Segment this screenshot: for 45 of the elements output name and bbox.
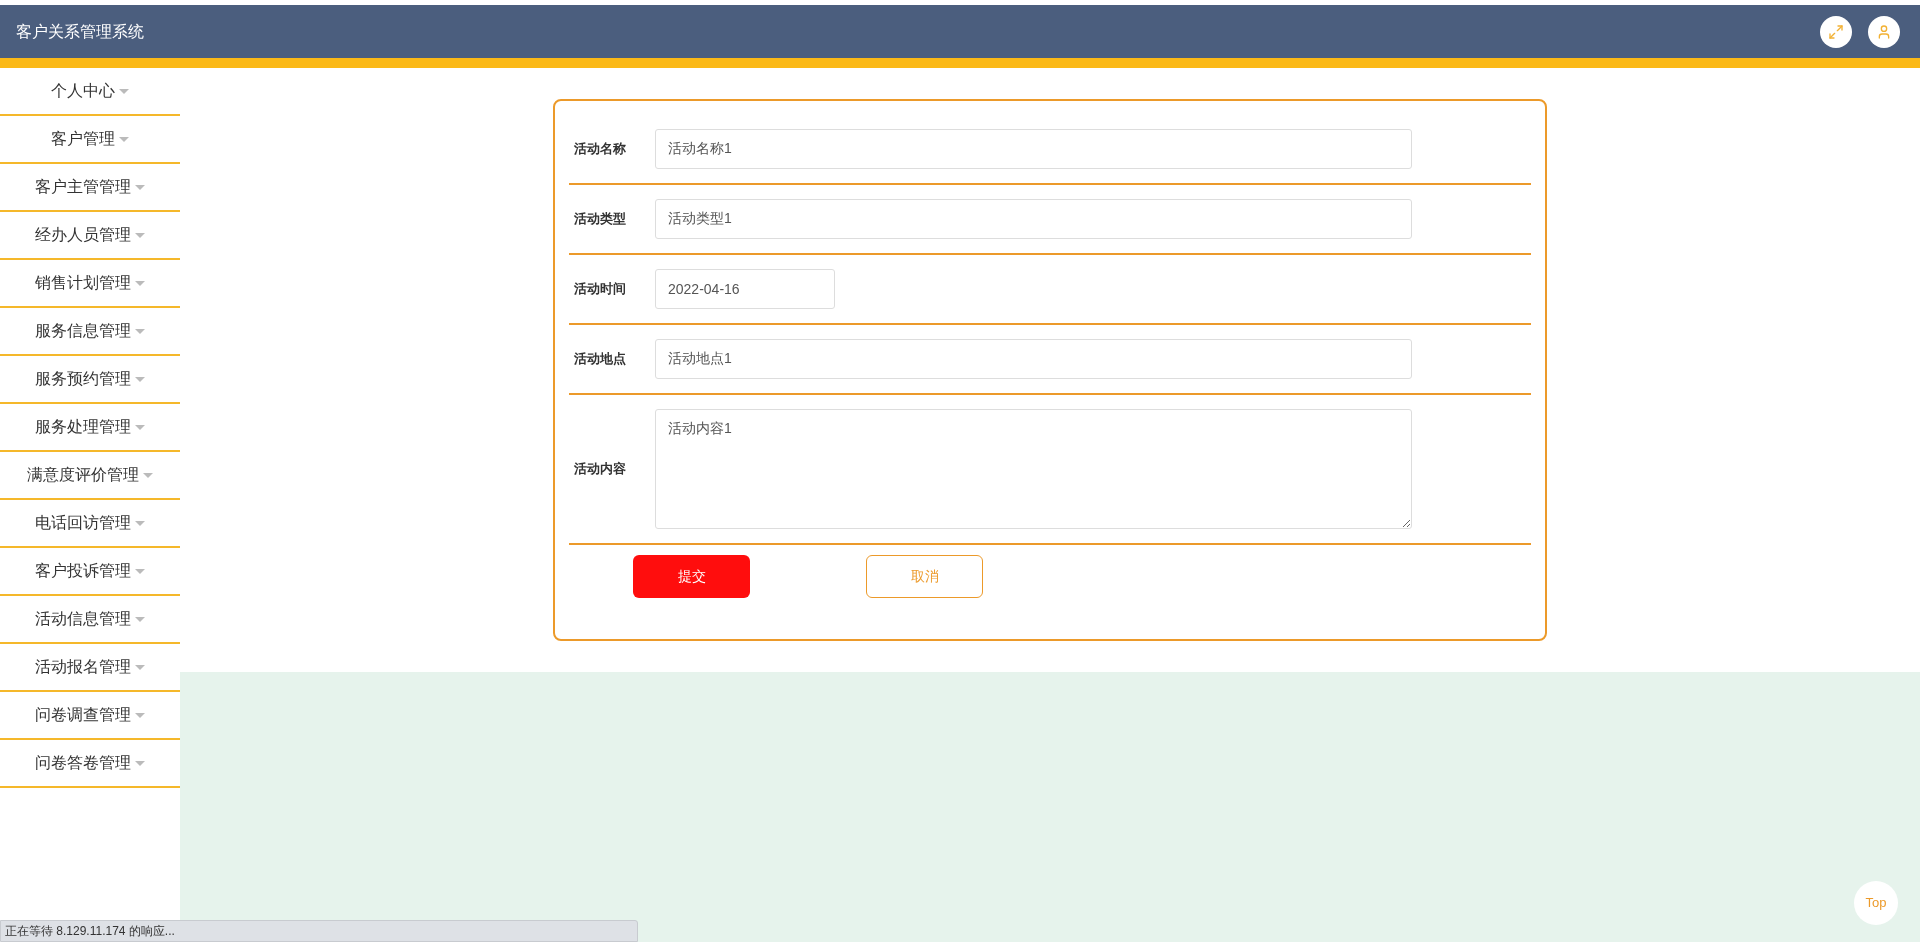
- caret-icon: [135, 232, 145, 238]
- input-field[interactable]: 活动地点1: [655, 339, 1412, 379]
- caret-icon: [135, 712, 145, 718]
- sidebar-item[interactable]: 服务信息管理: [0, 308, 180, 356]
- submit-button[interactable]: 提交: [633, 555, 750, 598]
- caret-icon: [135, 664, 145, 670]
- caret-icon: [119, 136, 129, 142]
- caret-icon: [135, 424, 145, 430]
- input-field[interactable]: 活动类型1: [655, 199, 1412, 239]
- field-label: 活动地点: [573, 350, 627, 369]
- caret-icon: [135, 616, 145, 622]
- content-textarea[interactable]: 活动内容1: [655, 409, 1412, 529]
- sidebar-item[interactable]: 销售计划管理: [0, 260, 180, 308]
- sidebar-item[interactable]: 活动信息管理: [0, 596, 180, 644]
- caret-icon: [143, 472, 153, 478]
- sidebar-item[interactable]: 客户管理: [0, 116, 180, 164]
- caret-icon: [135, 760, 145, 766]
- sidebar-item[interactable]: 经办人员管理: [0, 212, 180, 260]
- caret-icon: [135, 328, 145, 334]
- date-field[interactable]: 2022-04-16: [655, 269, 835, 309]
- sidebar-item[interactable]: 服务预约管理: [0, 356, 180, 404]
- field-label: 活动名称: [573, 140, 627, 159]
- sidebar-item[interactable]: 活动报名管理: [0, 644, 180, 692]
- app-title: 客户关系管理系统: [16, 21, 144, 42]
- caret-icon: [135, 184, 145, 190]
- fullscreen-button[interactable]: [1820, 15, 1852, 48]
- field-label: 活动类型: [573, 210, 627, 229]
- caret-icon: [119, 88, 129, 94]
- caret-icon: [135, 280, 145, 286]
- user-icon: [1876, 23, 1892, 40]
- sidebar-item[interactable]: 服务处理管理: [0, 404, 180, 452]
- sidebar-item[interactable]: 电话回访管理: [0, 500, 180, 548]
- sidebar-item[interactable]: 满意度评价管理: [0, 452, 180, 500]
- expand-arrows-icon: [1828, 23, 1844, 40]
- input-field[interactable]: 活动名称1: [655, 129, 1412, 169]
- status-bar: 正在等待 8.129.11.174 的响应...: [0, 920, 638, 942]
- sidebar-item[interactable]: 客户主管管理: [0, 164, 180, 212]
- sidebar-item[interactable]: 客户投诉管理: [0, 548, 180, 596]
- caret-icon: [135, 568, 145, 574]
- sidebar-item[interactable]: 个人中心: [0, 68, 180, 116]
- user-button[interactable]: [1868, 15, 1900, 48]
- field-label: 活动时间: [573, 280, 627, 299]
- caret-icon: [135, 520, 145, 526]
- caret-icon: [135, 376, 145, 382]
- field-label: 活动内容: [573, 460, 627, 479]
